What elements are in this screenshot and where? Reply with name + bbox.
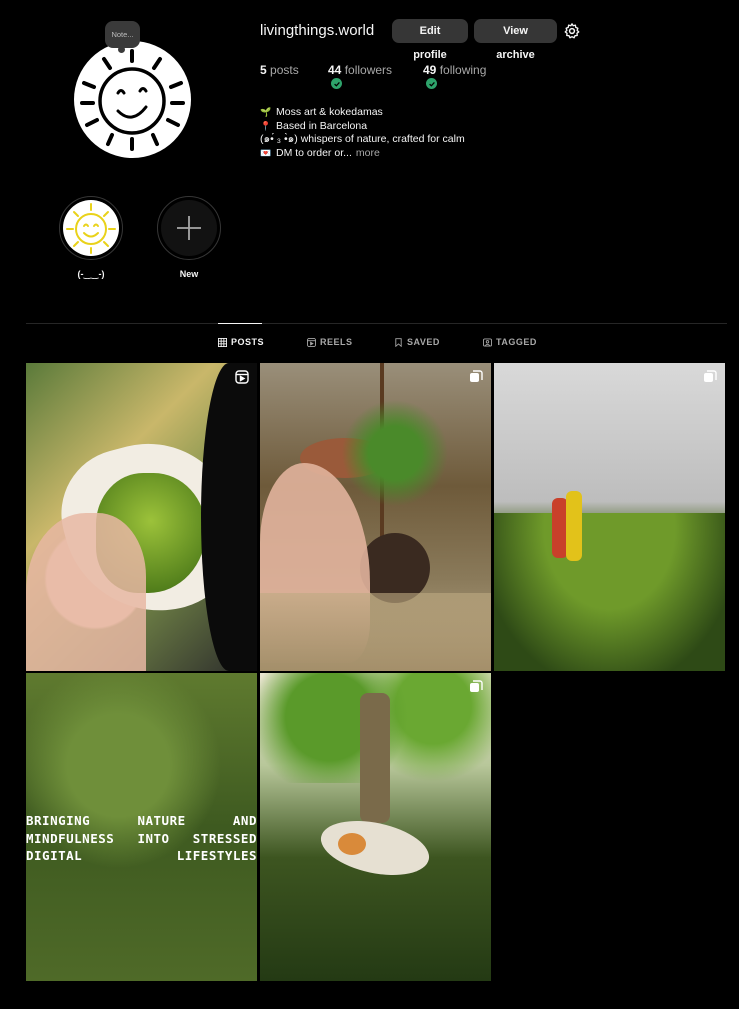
new-highlight-circle	[161, 200, 217, 256]
tab-tagged[interactable]: TAGGED	[483, 337, 537, 347]
bookmark-icon	[395, 337, 402, 347]
new-highlight[interactable]: New	[156, 196, 222, 279]
view-archive-button[interactable]: View archive	[474, 19, 557, 61]
post-thumbnail[interactable]	[26, 363, 257, 671]
posts-count: 5 posts	[260, 63, 299, 77]
clip-icon	[470, 680, 483, 692]
followers-check-icon	[331, 78, 342, 89]
avatar[interactable]	[74, 41, 191, 158]
bio-line: 📍 Based in Barcelona	[260, 120, 465, 134]
cat-figure-shape	[316, 812, 434, 884]
leaves-shape	[330, 393, 460, 513]
dark-edge	[201, 363, 257, 671]
post-thumbnail[interactable]: BRINGING NATURE AND MINDFULNESS INTO STR…	[26, 673, 257, 981]
tab-label: POSTS	[231, 337, 265, 347]
following-label: following	[439, 63, 487, 77]
overlay-word: NATURE	[137, 813, 186, 828]
bio-text: (๑•́ ₃ •̀๑) whispers of nature, crafted …	[260, 133, 465, 145]
sun-face-icon	[66, 203, 116, 254]
bio-text: Moss art & kokedamas	[276, 106, 383, 118]
gear-icon[interactable]	[563, 22, 581, 40]
following-number: 49	[423, 63, 437, 77]
seedling-icon: 🌱	[260, 107, 272, 117]
bio-text: DM to order or...	[276, 146, 352, 159]
overlay-word: MINDFULNESS	[26, 830, 115, 846]
overlay-word: LIFESTYLES	[176, 848, 257, 863]
bio-line: 🌱 Moss art & kokedamas	[260, 106, 465, 120]
overlay-word: BRINGING	[26, 813, 91, 828]
posts-number: 5	[260, 63, 267, 77]
highlight-label: New	[179, 269, 199, 279]
tab-label: SAVED	[407, 337, 440, 347]
tab-saved[interactable]: SAVED	[394, 337, 440, 347]
figure-yellow-shape	[566, 491, 582, 561]
post-thumbnail[interactable]	[494, 363, 725, 671]
active-tab-indicator	[218, 323, 262, 324]
overlay-word: INTO	[137, 830, 170, 846]
highlight-cover[interactable]	[59, 196, 123, 260]
bio-text: Based in Barcelona	[276, 119, 368, 132]
love-letter-icon: 💌	[260, 147, 272, 158]
tagged-icon	[483, 337, 492, 347]
tab-label: REELS	[320, 337, 353, 347]
posts-label: posts	[270, 63, 299, 77]
tab-reels[interactable]: REELS	[307, 337, 353, 347]
new-highlight-button[interactable]	[157, 196, 221, 260]
overlay-row: DIGITAL LIFESTYLES	[26, 847, 257, 865]
bio-line: 💌 DM to order or... more	[260, 147, 465, 161]
hand-shape	[26, 513, 146, 671]
tab-label: TAGGED	[496, 337, 537, 347]
following-link[interactable]: 49 following	[423, 63, 486, 77]
following-check-icon	[426, 78, 437, 89]
reels-icon	[235, 370, 249, 384]
moss-field-shape	[494, 513, 725, 671]
highlight-item[interactable]: (-‿‿-)	[58, 196, 124, 280]
overlay-row: MINDFULNESS INTO STRESSED	[26, 830, 257, 848]
moss-bed-shape	[260, 593, 491, 671]
tab-posts[interactable]: POSTS	[218, 337, 264, 347]
cat-spot-shape	[338, 833, 366, 855]
clip-icon	[704, 370, 717, 382]
highlight-image	[63, 200, 119, 256]
reels-icon	[307, 337, 316, 347]
bio-more-link[interactable]: more	[356, 147, 380, 161]
grid-icon	[218, 337, 227, 347]
note-bubble[interactable]: Note...	[105, 21, 140, 53]
sun-face-icon	[80, 49, 185, 151]
profile-bio: 🌱 Moss art & kokedamas 📍 Based in Barcelon…	[260, 106, 465, 160]
pin-icon: 📍	[260, 120, 272, 131]
overlay-word: DIGITAL	[26, 848, 83, 863]
edit-profile-button[interactable]: Edit profile	[392, 19, 468, 61]
clip-icon	[470, 370, 483, 382]
tabs-divider	[26, 323, 727, 324]
followers-label: followers	[344, 63, 393, 77]
profile-username: livingthings.world	[260, 22, 375, 39]
plus-icon	[177, 216, 201, 240]
overlay-row: BRINGING NATURE AND	[26, 812, 257, 830]
bio-line: (๑•́ ₃ •̀๑) whispers of nature, crafted …	[260, 133, 465, 147]
followers-number: 44	[328, 63, 342, 77]
overlay-word: STRESSED	[192, 830, 257, 846]
overlay-word: AND	[232, 813, 257, 828]
post-overlay-text: BRINGING NATURE AND MINDFULNESS INTO STR…	[26, 812, 257, 865]
profile-avatar[interactable]	[74, 41, 191, 158]
trunk-shape	[360, 693, 390, 823]
highlight-label: (-‿‿-)	[77, 269, 105, 279]
post-thumbnail[interactable]	[260, 673, 491, 981]
followers-link[interactable]: 44 followers	[328, 63, 392, 77]
post-thumbnail[interactable]	[260, 363, 491, 671]
